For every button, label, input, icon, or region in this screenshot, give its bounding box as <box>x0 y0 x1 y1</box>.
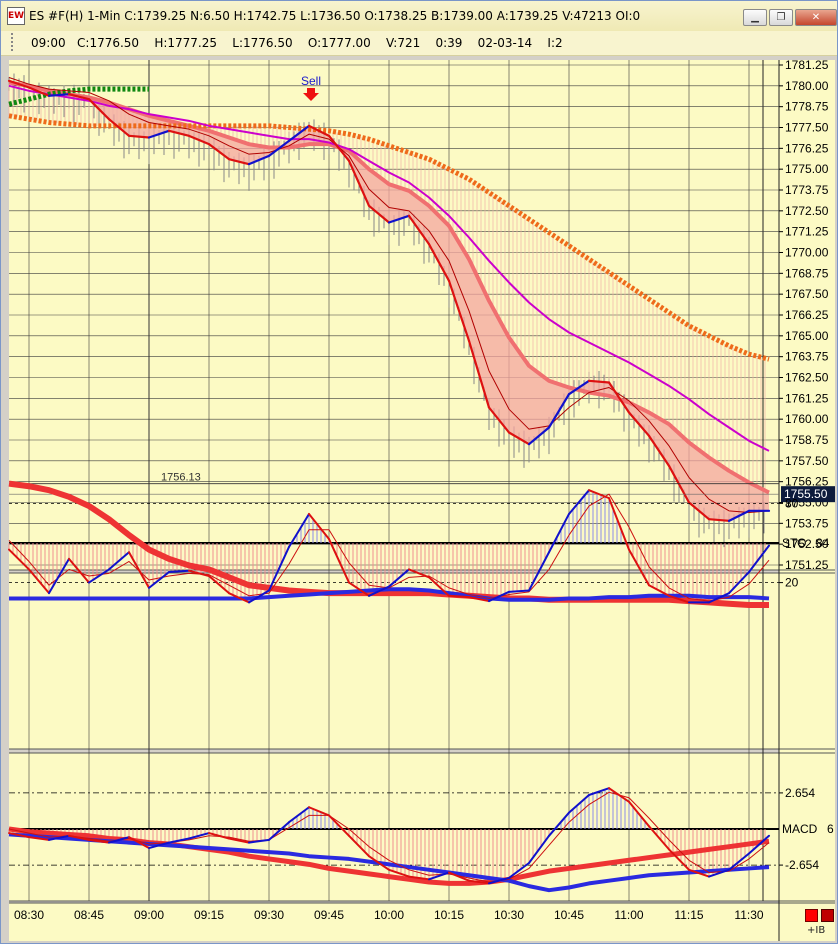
bar-info-strip: 09:00 C:1776.50 H:1777.25 L:1776.50 O:17… <box>1 31 837 56</box>
window-title: ES #F(H) 1-Min C:1739.25 N:6.50 H:1742.7… <box>29 9 641 23</box>
time-tick-label: 11:00 <box>614 908 643 922</box>
price-tick-label: 1772.50 <box>785 204 829 218</box>
red-square-icon[interactable] <box>805 909 818 922</box>
chart-area[interactable]: 1751.251752.501753.751755.001756.251757.… <box>1 55 837 943</box>
price-tick-label: 1761.25 <box>785 391 829 405</box>
price-tick-label: 1766.25 <box>785 308 829 322</box>
price-tick-label: 1765.00 <box>785 329 829 343</box>
time-tick-label: 09:15 <box>194 908 224 922</box>
time-tick-label: 10:15 <box>434 908 464 922</box>
price-tick-label: 1763.75 <box>785 350 829 364</box>
price-tick-label: 1780.00 <box>785 79 829 93</box>
price-tick-label: 1757.50 <box>785 454 829 468</box>
sell-signal-label: Sell <box>301 74 321 88</box>
close-button[interactable]: ✕ <box>795 9 837 26</box>
sto-tick-label: 80 <box>785 496 799 510</box>
time-tick-label: 11:15 <box>674 908 703 922</box>
price-tick-label: 1770.00 <box>785 246 829 260</box>
macd-tick-label: 2.654 <box>785 786 815 800</box>
macd-value: 6 <box>827 822 834 836</box>
price-tick-label: 1751.25 <box>785 558 829 572</box>
sto-fast-segment <box>168 569 190 574</box>
time-tick-label: 10:45 <box>554 908 584 922</box>
price-tick-label: 1753.75 <box>785 516 829 530</box>
minimize-button[interactable]: ▁ <box>743 9 767 26</box>
title-bar[interactable]: EW ES #F(H) 1-Min C:1739.25 N:6.50 H:174… <box>1 1 837 31</box>
chart-window: EW ES #F(H) 1-Min C:1739.25 N:6.50 H:174… <box>0 0 838 944</box>
price-tick-label: 1778.75 <box>785 100 829 114</box>
price-tick-label: 1775.00 <box>785 162 829 176</box>
sto-fast-segment <box>448 594 470 599</box>
price-tick-label: 1767.50 <box>785 287 829 301</box>
darkred-square-icon[interactable] <box>821 909 834 922</box>
sto-value: 84 <box>816 536 830 550</box>
restore-button[interactable]: ❐ <box>769 9 793 26</box>
time-tick-label: 10:30 <box>494 908 524 922</box>
time-tick-label: 11:30 <box>734 908 763 922</box>
ib-label: +IB <box>807 925 826 936</box>
bar-info-text: 09:00 C:1776.50 H:1777.25 L:1776.50 O:17… <box>31 36 563 50</box>
time-tick-label: 08:30 <box>14 908 44 922</box>
price-tick-label: 1762.50 <box>785 371 829 385</box>
macd-label: MACD <box>782 822 818 836</box>
time-tick-label: 08:45 <box>74 908 104 922</box>
price-tick-label: 1773.75 <box>785 183 829 197</box>
macd-tick-label: -2.654 <box>785 858 819 872</box>
time-tick-label: 09:30 <box>254 908 284 922</box>
price-tick-label: 1771.25 <box>785 225 829 239</box>
ref-line-label: 1756.13 <box>161 472 201 484</box>
time-tick-label: 09:00 <box>134 908 164 922</box>
sto-label: STO <box>782 536 806 550</box>
sto-tick-label: 20 <box>785 576 799 590</box>
price-tick-label: 1760.00 <box>785 412 829 426</box>
app-icon: EW <box>7 7 25 25</box>
time-tick-label: 10:00 <box>374 908 404 922</box>
price-tick-label: 1768.75 <box>785 266 829 280</box>
toolbar-grip-icon[interactable] <box>11 33 19 51</box>
price-tick-label: 1781.25 <box>785 58 829 72</box>
price-tick-label: 1758.75 <box>785 433 829 447</box>
time-tick-label: 09:45 <box>314 908 344 922</box>
sto-fast-segment <box>508 589 530 593</box>
price-tick-label: 1776.25 <box>785 141 829 155</box>
price-tick-label: 1777.50 <box>785 121 829 135</box>
